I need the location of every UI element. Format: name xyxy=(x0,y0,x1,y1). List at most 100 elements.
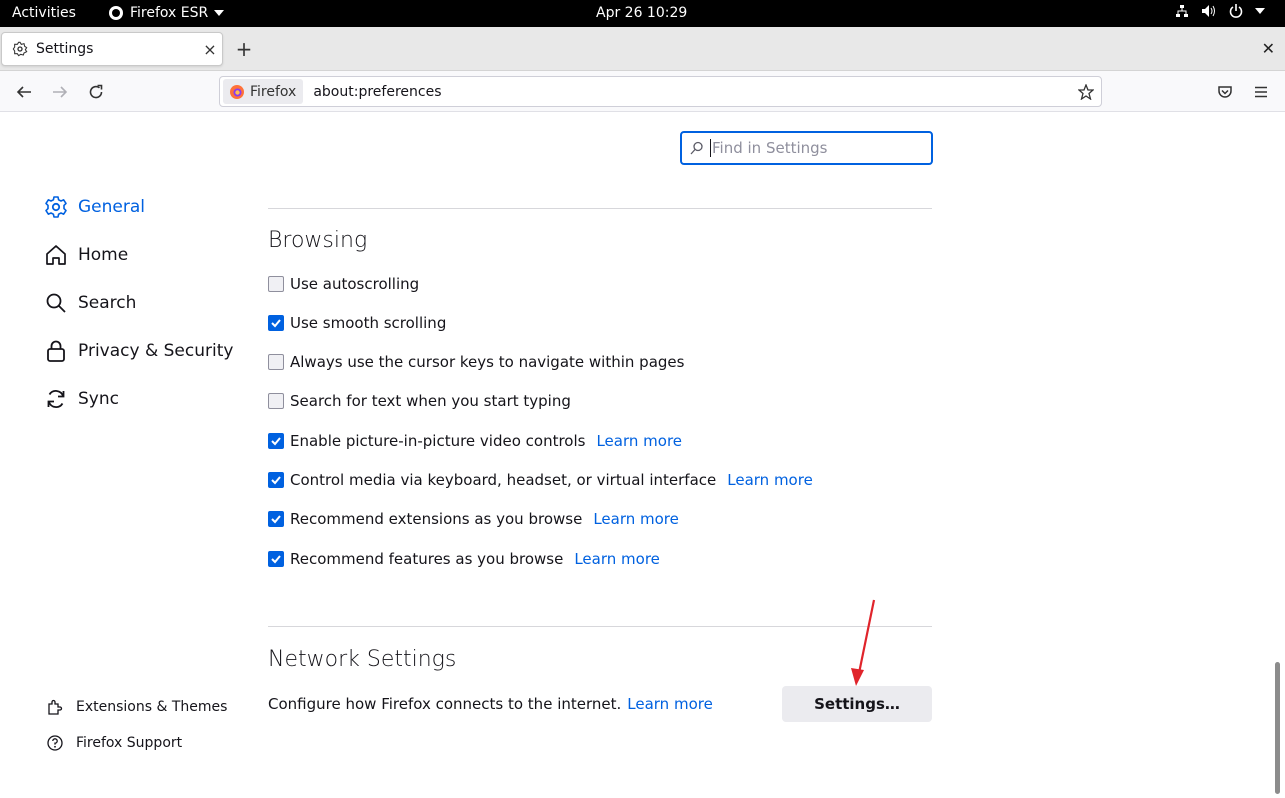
option-label: Use smooth scrolling xyxy=(290,314,447,332)
network-description-text: Configure how Firefox connects to the in… xyxy=(268,695,622,713)
app-menu[interactable]: Firefox ESR xyxy=(108,5,225,21)
sidebar-footer-label: Extensions & Themes xyxy=(76,699,228,715)
identity-box[interactable]: Firefox xyxy=(223,79,304,104)
sidebar-item-home[interactable]: Home xyxy=(44,243,128,267)
activities-button[interactable]: Activities xyxy=(12,5,76,21)
checkbox[interactable] xyxy=(268,551,284,567)
sidebar-item-general[interactable]: General xyxy=(44,195,145,219)
section-divider xyxy=(268,626,932,627)
learn-more-link[interactable]: Learn more xyxy=(596,432,682,450)
forward-button[interactable] xyxy=(47,79,73,105)
check-icon xyxy=(271,515,281,524)
chevron-down-icon xyxy=(214,10,225,16)
system-top-bar: Activities Firefox ESR Apr 26 10:29 xyxy=(0,0,1285,27)
app-menu-button[interactable] xyxy=(1248,79,1274,105)
system-tray[interactable] xyxy=(1175,4,1265,18)
search-placeholder: Find in Settings xyxy=(712,139,828,157)
check-icon xyxy=(271,476,281,485)
checkbox[interactable] xyxy=(268,393,284,409)
window-close-button[interactable]: ✕ xyxy=(1262,39,1275,58)
option-smooth-scrolling[interactable]: Use smooth scrolling xyxy=(268,314,446,332)
power-icon xyxy=(1229,4,1243,18)
option-label: Enable picture-in-picture video controls xyxy=(290,432,586,450)
option-recommend-extensions[interactable]: Recommend extensions as you browse Learn… xyxy=(268,510,679,528)
pocket-icon xyxy=(1218,86,1232,98)
tab-title: Settings xyxy=(36,41,94,57)
reload-icon xyxy=(89,84,103,99)
learn-more-link[interactable]: Learn more xyxy=(593,510,679,528)
chevron-down-icon xyxy=(1255,8,1265,14)
tab-close-button[interactable]: × xyxy=(198,40,222,59)
arrow-left-icon xyxy=(16,86,31,98)
checkbox[interactable] xyxy=(268,472,284,488)
arrow-right-icon xyxy=(53,86,68,98)
sidebar-extensions-themes[interactable]: Extensions & Themes xyxy=(46,698,227,716)
star-icon xyxy=(1078,83,1094,100)
reload-button[interactable] xyxy=(83,79,109,105)
pocket-button[interactable] xyxy=(1212,79,1238,105)
sidebar-item-label: General xyxy=(78,197,145,217)
tab-strip: Settings × + ✕ xyxy=(0,27,1285,71)
search-icon xyxy=(690,141,703,155)
sidebar-item-privacy[interactable]: Privacy & Security xyxy=(44,339,233,363)
firefox-logo-icon xyxy=(230,84,244,99)
tab-settings[interactable]: Settings × xyxy=(1,32,223,66)
back-button[interactable] xyxy=(11,79,37,105)
sidebar-firefox-support[interactable]: Firefox Support xyxy=(46,734,182,752)
url-text[interactable]: about:preferences xyxy=(313,84,1071,100)
sidebar-item-sync[interactable]: Sync xyxy=(44,387,119,411)
url-bar[interactable]: Firefox about:preferences xyxy=(219,76,1102,107)
check-icon xyxy=(271,555,281,564)
sidebar-item-search[interactable]: Search xyxy=(44,291,136,315)
new-tab-button[interactable]: + xyxy=(232,38,256,62)
lock-icon xyxy=(47,340,65,362)
network-icon xyxy=(1176,5,1188,17)
option-label: Always use the cursor keys to navigate w… xyxy=(290,353,685,371)
option-autoscrolling[interactable]: Use autoscrolling xyxy=(268,275,419,293)
help-icon xyxy=(47,735,63,751)
sidebar-item-label: Home xyxy=(78,245,129,265)
option-label: Recommend extensions as you browse xyxy=(290,510,583,528)
option-picture-in-picture[interactable]: Enable picture-in-picture video controls… xyxy=(268,432,682,450)
search-icon xyxy=(46,293,66,313)
gear-icon xyxy=(45,196,67,218)
firefox-logo-icon xyxy=(109,6,123,20)
puzzle-icon xyxy=(48,699,63,715)
learn-more-link[interactable]: Learn more xyxy=(727,471,813,489)
option-label: Control media via keyboard, headset, or … xyxy=(290,471,717,489)
option-search-typing[interactable]: Search for text when you start typing xyxy=(268,392,571,410)
checkbox[interactable] xyxy=(268,354,284,370)
find-in-settings-input[interactable]: Find in Settings xyxy=(680,131,933,165)
section-divider xyxy=(268,208,932,209)
checkbox[interactable] xyxy=(268,511,284,527)
bookmark-star-button[interactable] xyxy=(1071,83,1101,100)
check-icon xyxy=(271,437,281,446)
sidebar-footer-label: Firefox Support xyxy=(76,735,183,751)
app-name: Firefox ESR xyxy=(130,5,209,21)
scrollbar-thumb[interactable] xyxy=(1275,662,1280,794)
network-settings-heading: Network Settings xyxy=(268,647,457,672)
option-cursor-keys[interactable]: Always use the cursor keys to navigate w… xyxy=(268,353,684,371)
checkbox[interactable] xyxy=(268,315,284,331)
network-description: Configure how Firefox connects to the in… xyxy=(268,695,713,713)
option-label: Recommend features as you browse xyxy=(290,550,564,568)
option-media-control[interactable]: Control media via keyboard, headset, or … xyxy=(268,471,813,489)
sidebar-item-label: Privacy & Security xyxy=(78,341,234,361)
option-recommend-features[interactable]: Recommend features as you browse Learn m… xyxy=(268,550,660,568)
hamburger-menu-icon xyxy=(1255,86,1267,98)
volume-icon xyxy=(1202,5,1215,17)
sidebar-item-label: Search xyxy=(78,293,137,313)
learn-more-link[interactable]: Learn more xyxy=(627,695,713,713)
check-icon xyxy=(271,319,281,328)
home-icon xyxy=(46,245,66,265)
sync-icon xyxy=(47,390,65,408)
gear-icon xyxy=(12,41,28,57)
network-settings-button[interactable]: Settings… xyxy=(782,686,932,722)
identity-label: Firefox xyxy=(250,83,297,100)
text-caret xyxy=(710,139,711,157)
clock[interactable]: Apr 26 10:29 xyxy=(596,5,687,21)
learn-more-link[interactable]: Learn more xyxy=(574,550,660,568)
checkbox[interactable] xyxy=(268,276,284,292)
annotation-arrow-icon xyxy=(851,599,876,686)
checkbox[interactable] xyxy=(268,433,284,449)
